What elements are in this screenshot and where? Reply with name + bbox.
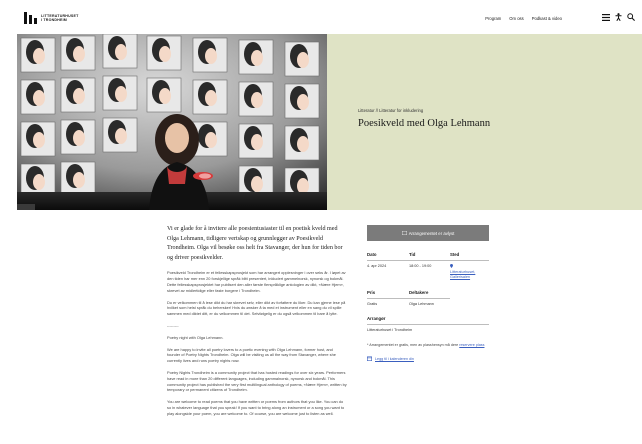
paragraph-1: Poesikveld Trondheim er et fellesskapspr… (167, 270, 346, 293)
divider-text: --------- (167, 322, 179, 328)
nav-about[interactable]: Om oss (509, 16, 523, 21)
participants-cell: Deltakere Olga Lehmann (409, 290, 450, 310)
time-value: 18:00 - 19:00 (409, 264, 432, 268)
ticket-icon (401, 231, 407, 235)
paragraph-6: You are welcome to read poems that you h… (167, 399, 345, 416)
event-hero: Litteratur // Litteratur for inkludering… (17, 34, 642, 210)
location-pin-icon (450, 264, 453, 268)
lead-paragraph: Vi er glade for å invitere alle poesient… (167, 226, 343, 261)
time-heading: Tid (409, 252, 450, 261)
event-info-grid: Dato 4. apr 2024 Tid 18:00 - 19:00 Sted … (367, 252, 489, 310)
event-photo (17, 34, 327, 210)
main-nav: Program Om oss Podkast & video (485, 16, 562, 21)
event-sidebar: Arrangementet er avlyst Dato 4. apr 2024… (367, 225, 489, 362)
event-description: Vi er glade for å invitere alle poesient… (167, 225, 347, 423)
paragraph-4: We are happy to invite all poetry lovers… (167, 346, 336, 364)
page-title: Poesikveld med Olga Lehmann (358, 118, 491, 129)
ticket-button-label: Arrangementet er avlyst (408, 230, 455, 236)
place-link[interactable]: Litteraturhuset, Gallerisalen (450, 264, 489, 281)
date-heading: Dato (367, 252, 409, 261)
accessibility-icon[interactable] (615, 13, 622, 21)
reservation-note: * Arrangementet er gratis, men av plassh… (367, 343, 489, 348)
participants-heading: Deltakere (409, 290, 450, 299)
logo-mark-icon (24, 12, 38, 24)
participants-value: Olga Lehmann (409, 301, 434, 306)
ticket-button[interactable]: Arrangementet er avlyst (367, 225, 489, 241)
search-icon[interactable] (627, 13, 635, 21)
site-header: LITTERATURHUSET I TRONDHEIM Program Om o… (0, 0, 642, 34)
reservation-note-text: * Arrangementet er gratis, men av plassh… (367, 343, 459, 348)
place-heading: Sted (450, 252, 489, 261)
place-cell: Sted Litteraturhuset, Gallerisalen (450, 252, 489, 284)
price-cell: Pris Gratis (367, 290, 409, 310)
header-icons (602, 13, 635, 21)
nav-podcast-video[interactable]: Podkast & video (532, 16, 562, 21)
speaker-stage-image (17, 34, 327, 210)
logo-line-2: I TRONDHEIM (41, 18, 67, 22)
price-value: Gratis (367, 301, 378, 306)
reserve-link[interactable]: reservere plass (459, 343, 484, 347)
empty-cell (450, 284, 489, 310)
paragraph-5: Poetry Nights Trondheim is a community p… (167, 369, 347, 393)
site-logo[interactable]: LITTERATURHUSET I TRONDHEIM (24, 12, 78, 24)
paragraph-2: Du er velkommen til å lese dikt du har s… (167, 299, 346, 317)
nav-program[interactable]: Program (485, 16, 501, 21)
time-cell: Tid 18:00 - 19:00 (409, 252, 450, 284)
hero-info: Litteratur // Litteratur for inkludering… (358, 108, 638, 129)
price-heading: Pris (367, 290, 409, 299)
paragraph-3: Poetry night with Olga Lehmann. (167, 334, 224, 340)
organizer-value: Litteraturhuset i Trondheim (367, 327, 413, 332)
organizer-heading: Arrangør (367, 316, 489, 325)
add-to-calendar-label: Legg til i kalenderen din (375, 356, 414, 361)
date-cell: Dato 4. apr 2024 (367, 252, 409, 284)
date-value: 4. apr 2024 (367, 264, 387, 268)
menu-icon[interactable] (602, 13, 610, 21)
logo-text: LITTERATURHUSET I TRONDHEIM (41, 14, 78, 22)
add-to-calendar-link[interactable]: Legg til i kalenderen din (367, 356, 489, 362)
event-category[interactable]: Litteratur // Litteratur for inkludering (358, 108, 638, 113)
calendar-icon (367, 356, 372, 362)
place-value: Litteraturhuset, Gallerisalen (450, 270, 476, 280)
